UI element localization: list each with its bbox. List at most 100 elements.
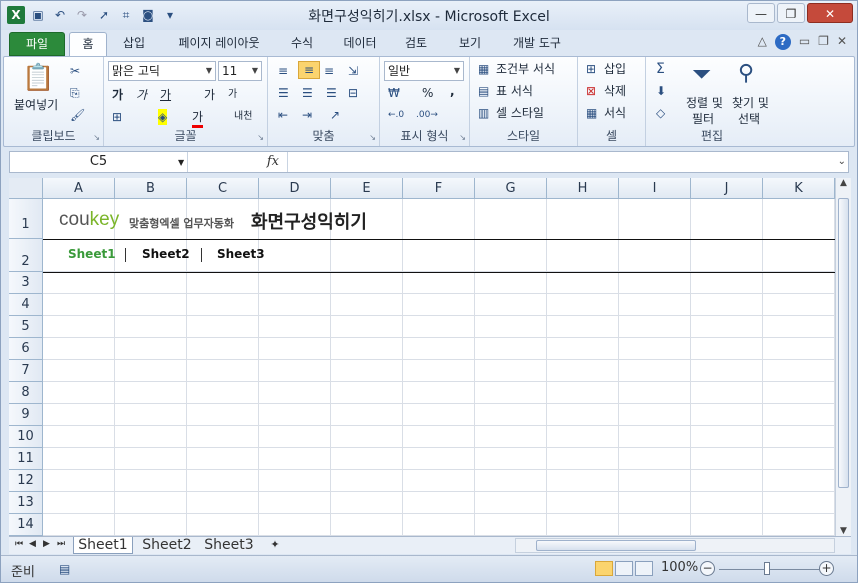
fill-icon[interactable]: ⬇	[656, 83, 666, 99]
horizontal-scroll-thumb[interactable]	[536, 540, 696, 551]
sheet-tab-1[interactable]: Sheet1	[73, 537, 133, 554]
close-button[interactable]: ✕	[807, 3, 853, 23]
sheet-tab-3[interactable]: Sheet3	[199, 537, 259, 554]
grow-font-button[interactable]: 가	[204, 87, 215, 103]
comma-button[interactable]: ,	[450, 83, 455, 99]
column-header[interactable]: J	[691, 178, 763, 199]
tab-insert[interactable]: 삽입	[115, 32, 153, 56]
doc-close-icon[interactable]: ✕	[837, 34, 847, 50]
nav-link-sheet2[interactable]: Sheet2	[142, 247, 190, 261]
delete-cells-icon[interactable]: ⊠	[586, 83, 596, 99]
row-header[interactable]: 11	[9, 448, 43, 470]
vertical-scrollbar[interactable]: ▲ ▼	[835, 178, 851, 536]
conditional-format-icon[interactable]: ▦	[478, 61, 489, 77]
format-cells-icon[interactable]: ▦	[586, 105, 597, 121]
tab-home[interactable]: 홈	[69, 32, 107, 56]
normal-view-button[interactable]	[595, 561, 613, 576]
row-header[interactable]: 1	[9, 199, 43, 239]
expand-formula-bar-icon[interactable]: ⌄	[838, 156, 846, 167]
cut-icon[interactable]: ✂	[70, 63, 80, 79]
font-name-select[interactable]: 맑은 고딕 ▼	[108, 61, 216, 81]
restore-button[interactable]: ❐	[777, 3, 805, 23]
copy-icon[interactable]: ⎘	[70, 85, 80, 101]
number-launcher-icon[interactable]: ↘	[459, 133, 466, 142]
prev-sheet-icon[interactable]: ◀	[29, 539, 36, 549]
sheet-tab-2[interactable]: Sheet2	[137, 537, 197, 554]
scroll-down-icon[interactable]: ▼	[836, 526, 851, 536]
align-top-icon[interactable]: ≡	[278, 63, 288, 79]
page-layout-view-button[interactable]	[615, 561, 633, 576]
minimize-ribbon-icon[interactable]: △	[758, 34, 767, 50]
font-launcher-icon[interactable]: ↘	[257, 133, 264, 142]
zoom-level[interactable]: 100%	[661, 560, 698, 575]
shrink-font-button[interactable]: 가	[228, 87, 237, 103]
row-header[interactable]: 13	[9, 492, 43, 514]
column-header[interactable]: H	[547, 178, 619, 199]
tab-developer[interactable]: 개발 도구	[503, 32, 571, 56]
format-cells-button[interactable]: 서식	[604, 105, 626, 121]
tab-view[interactable]: 보기	[451, 32, 489, 56]
nav-link-sheet1[interactable]: Sheet1	[68, 247, 116, 261]
percent-button[interactable]: %	[422, 85, 433, 101]
row-header[interactable]: 14	[9, 514, 43, 536]
tab-file[interactable]: 파일	[9, 32, 65, 56]
wrap-text-icon[interactable]: ⇲	[348, 63, 358, 79]
underline-button[interactable]: 가	[160, 87, 171, 103]
conditional-format-button[interactable]: 조건부 서식	[496, 61, 555, 77]
cell-styles-icon[interactable]: ▥	[478, 105, 489, 121]
find-select-button-line2[interactable]: 선택	[738, 111, 760, 127]
paste-button[interactable]: 붙여넣기	[14, 97, 58, 113]
sort-filter-button[interactable]: 정렬 및	[686, 95, 723, 111]
namebox-dropdown-icon[interactable]: ▼	[178, 158, 184, 167]
italic-button[interactable]: 가	[136, 87, 147, 103]
doc-restore-icon[interactable]: ❐	[818, 34, 829, 50]
macro-record-icon[interactable]: ▤	[59, 561, 70, 577]
column-header[interactable]: B	[115, 178, 187, 199]
sort-filter-button-line2[interactable]: 필터	[692, 111, 714, 127]
column-header[interactable]: K	[763, 178, 835, 199]
column-header[interactable]: I	[619, 178, 691, 199]
last-sheet-icon[interactable]: ⏭	[57, 539, 65, 549]
scroll-up-icon[interactable]: ▲	[836, 178, 851, 188]
cell-styles-button[interactable]: 셀 스타일	[496, 105, 544, 121]
clear-icon[interactable]: ◇	[656, 105, 665, 121]
number-format-select[interactable]: 일반 ▼	[384, 61, 464, 81]
find-select-button[interactable]: 찾기 및	[732, 95, 769, 111]
decrease-indent-icon[interactable]: ⇤	[278, 107, 288, 123]
decrease-decimal-icon[interactable]: .00→	[416, 107, 438, 123]
insert-cells-button[interactable]: 삽입	[604, 61, 626, 77]
align-middle-icon[interactable]: ≡	[298, 61, 320, 79]
autosum-icon[interactable]: Σ	[656, 61, 665, 77]
row-header[interactable]: 3	[9, 272, 43, 294]
name-box[interactable]: C5	[10, 152, 188, 172]
format-table-icon[interactable]: ▤	[478, 83, 489, 99]
column-header[interactable]: G	[475, 178, 547, 199]
paste-icon[interactable]: 📋	[22, 63, 54, 93]
delete-cells-button[interactable]: 삭제	[604, 83, 626, 99]
minimize-button[interactable]: —	[747, 3, 775, 23]
select-all-button[interactable]	[9, 178, 43, 199]
row-header[interactable]: 6	[9, 338, 43, 360]
alignment-launcher-icon[interactable]: ↘	[369, 133, 376, 142]
formula-input[interactable]	[290, 152, 832, 172]
worksheet-grid[interactable]: ABCDEFGHIJK 1 2 3 4 5 6 7 8 9 10 11 12 13 14 coukey 맞…	[9, 178, 835, 536]
tab-page-layout[interactable]: 페이지 레이아웃	[167, 32, 271, 56]
help-icon[interactable]: ?	[774, 34, 791, 50]
format-painter-icon[interactable]: 🖌	[70, 107, 85, 123]
row-header[interactable]: 2	[9, 239, 43, 272]
clipboard-launcher-icon[interactable]: ↘	[93, 133, 100, 142]
column-header[interactable]: D	[259, 178, 331, 199]
increase-indent-icon[interactable]: ⇥	[302, 107, 312, 123]
row-header[interactable]: 7	[9, 360, 43, 382]
row-header[interactable]: 5	[9, 316, 43, 338]
vertical-scroll-thumb[interactable]	[838, 198, 849, 488]
column-header[interactable]: E	[331, 178, 403, 199]
align-right-icon[interactable]: ☰	[326, 85, 337, 101]
horizontal-scrollbar[interactable]	[515, 538, 835, 553]
font-size-select[interactable]: 11 ▼	[218, 61, 262, 81]
align-left-icon[interactable]: ☰	[278, 85, 289, 101]
find-select-icon[interactable]: ⚲	[738, 61, 754, 87]
tab-formulas[interactable]: 수식	[283, 32, 321, 56]
row-header[interactable]: 12	[9, 470, 43, 492]
column-header[interactable]: F	[403, 178, 475, 199]
